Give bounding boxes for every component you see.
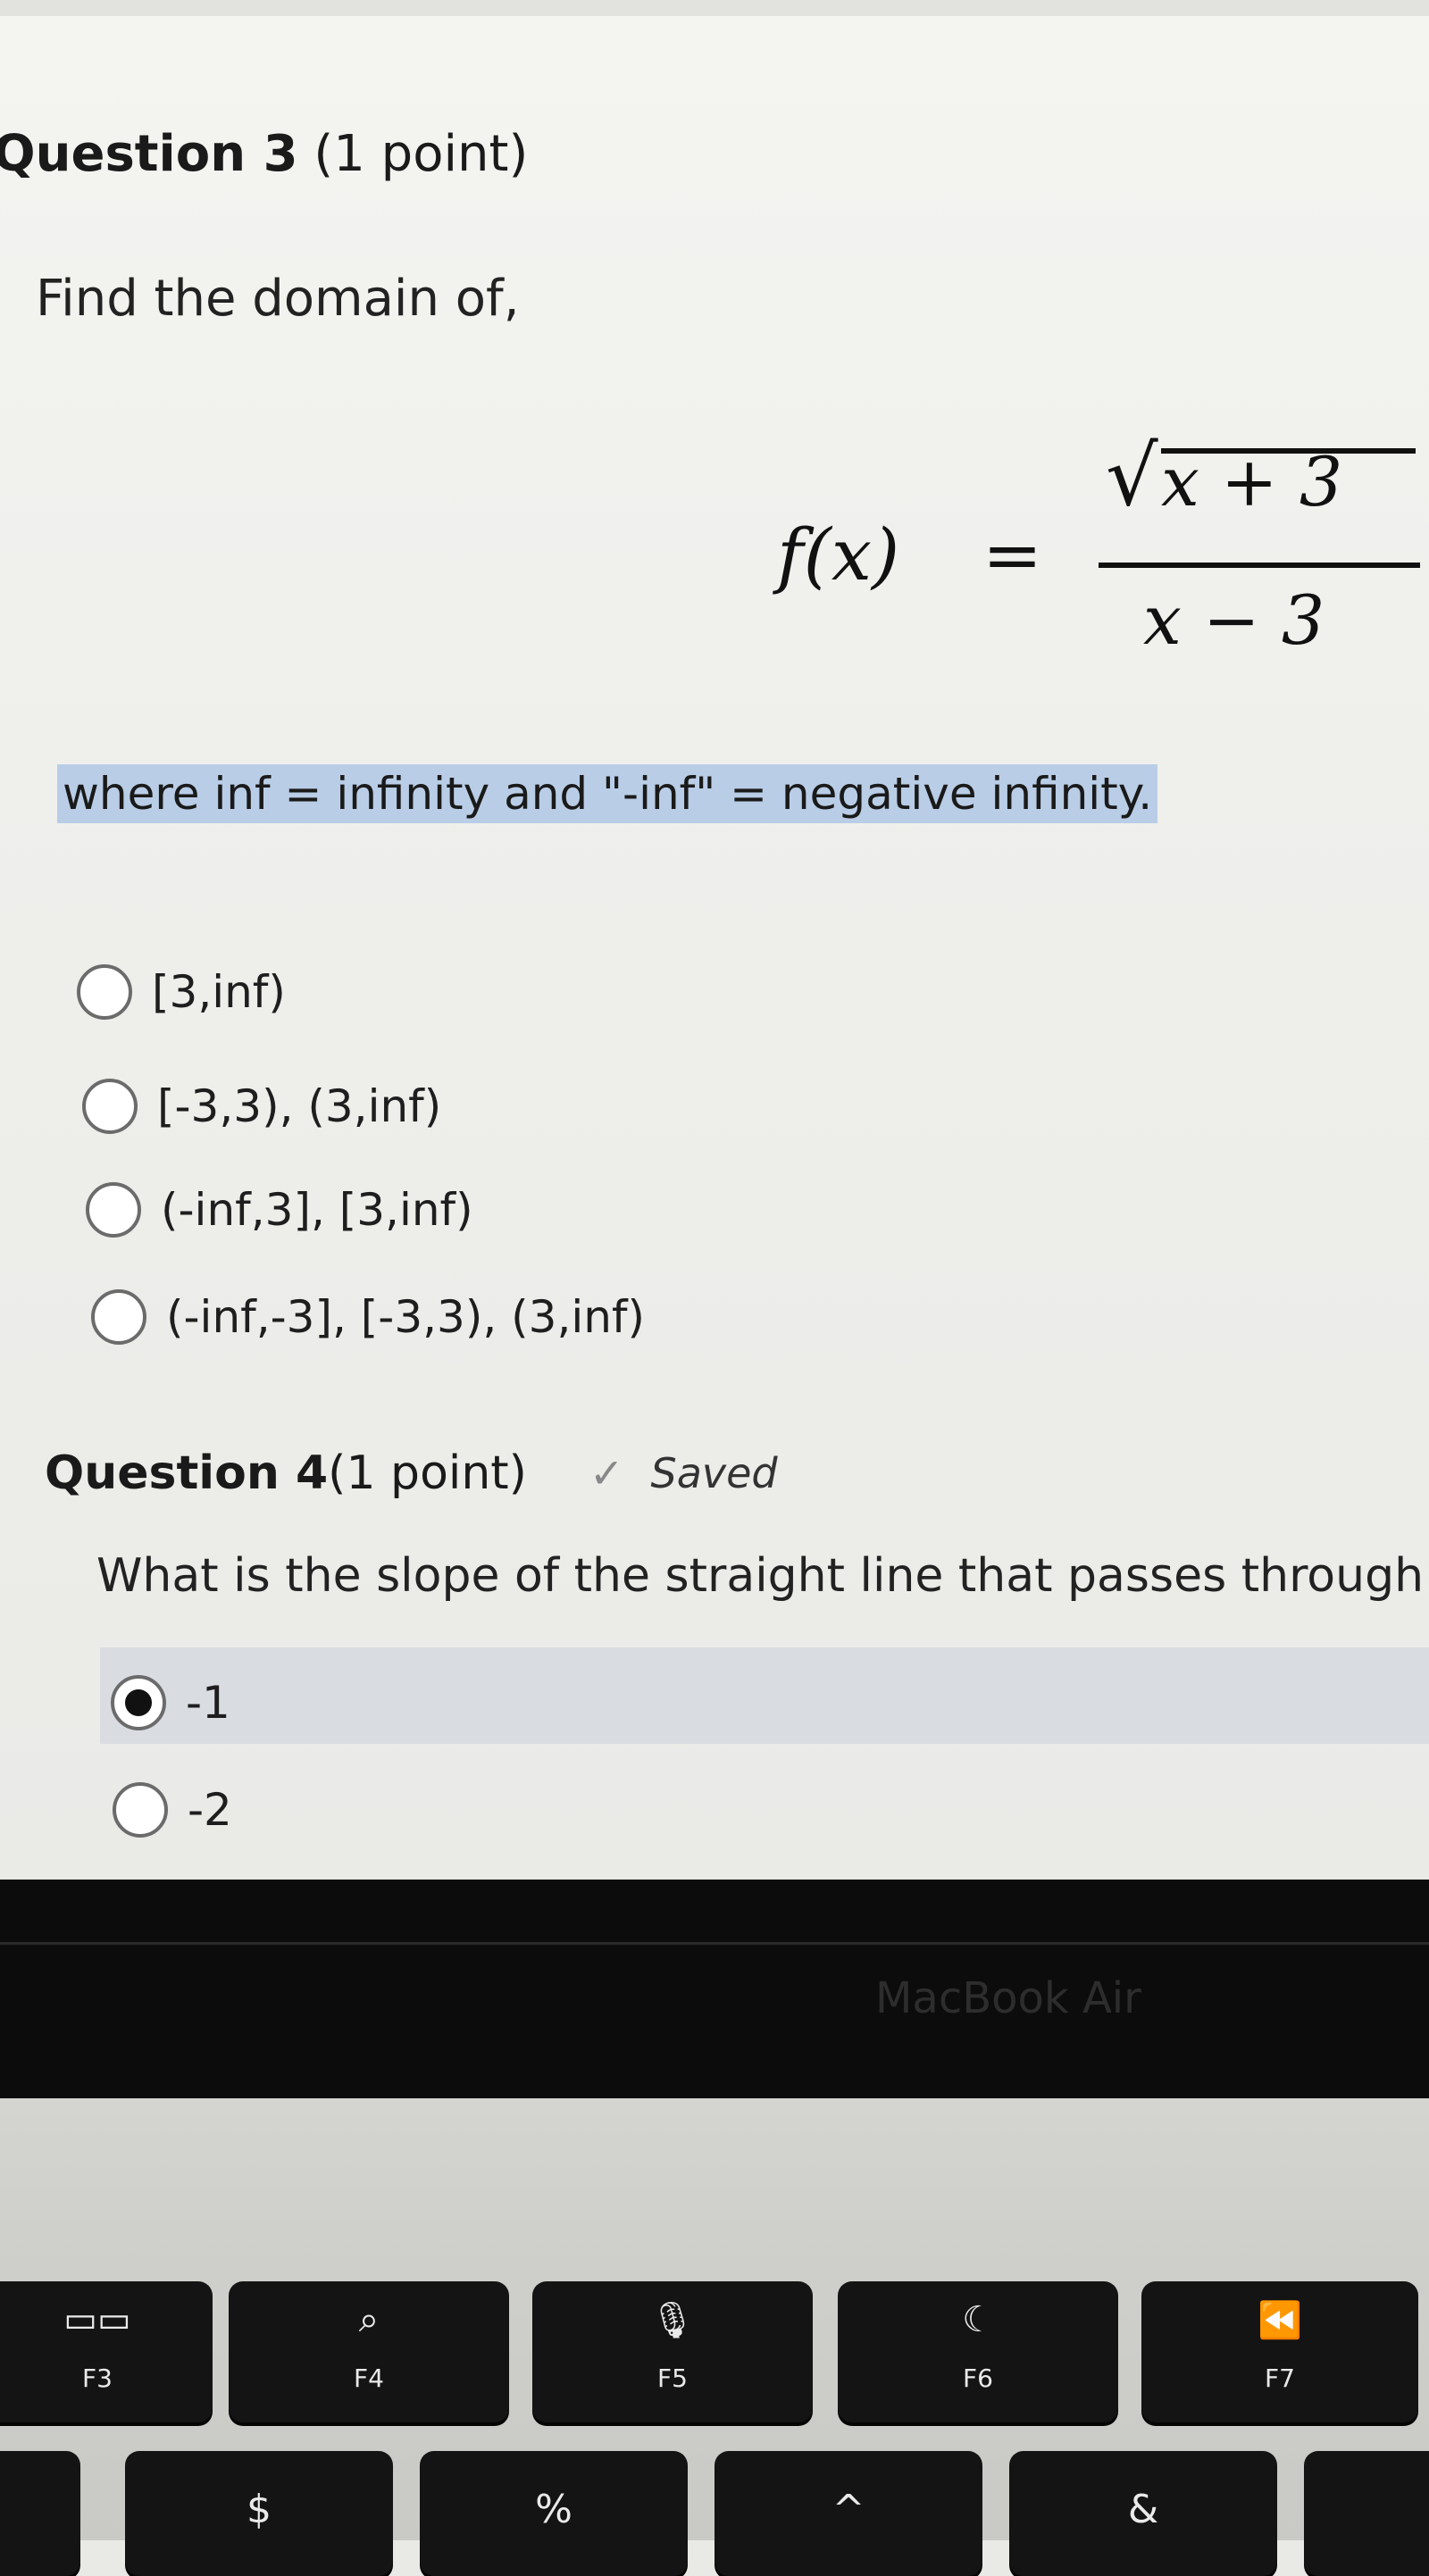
formula-lhs: f(x) <box>777 513 900 596</box>
answer-option[interactable]: (-inf,-3], [-3,3), (3,inf) <box>91 1289 645 1345</box>
radio-button[interactable] <box>91 1289 146 1345</box>
microphone-icon: 🎙 <box>649 2300 696 2341</box>
question-3-prompt: Find the domain of, <box>36 270 520 328</box>
formula-denominator: x − 3 <box>1143 580 1325 660</box>
rewind-icon: ⏪ <box>1258 2300 1302 2341</box>
option-label: (-inf,3], [3,inf) <box>161 1184 473 1236</box>
fraction-bar <box>1099 563 1420 568</box>
function-formula: f(x) = √ x + 3 x − 3 <box>777 429 1420 679</box>
key-f6: ☾ F6 <box>838 2281 1118 2422</box>
key-5: % <box>420 2451 688 2576</box>
key-f3: ▭▭ F3 <box>0 2281 213 2422</box>
question-3-title: Question 3 (1 point) <box>0 125 529 183</box>
checkmark-icon: ✓ <box>589 1449 624 1497</box>
browser-content: Question 3 (1 point) Find the domain of,… <box>0 0 1429 1880</box>
answer-option[interactable]: (-inf,3], [3,inf) <box>86 1182 473 1238</box>
brand-label: MacBook Air <box>875 1973 1141 2023</box>
formula-equals: = <box>982 513 1043 596</box>
option-label: [3,inf) <box>152 966 286 1018</box>
infinity-note: where inf = infinity and "-inf" = negati… <box>57 764 1158 823</box>
key-6: ^ <box>714 2451 982 2576</box>
key-4: $ <box>125 2451 393 2576</box>
key-f4: ⌕ F4 <box>229 2281 509 2422</box>
mission-control-icon: ▭▭ <box>63 2299 131 2340</box>
radio-button[interactable] <box>113 1782 168 1838</box>
radio-button[interactable] <box>82 1079 138 1134</box>
key-f5: 🎙 F5 <box>532 2281 813 2422</box>
question-4-title: Question 4 (1 point) ✓ Saved <box>45 1446 778 1500</box>
radio-button-checked[interactable] <box>111 1675 166 1730</box>
search-icon: ⌕ <box>358 2299 380 2340</box>
key-number-row <box>0 2451 80 2576</box>
top-edge <box>0 0 1429 16</box>
key-7: & <box>1009 2451 1277 2576</box>
saved-status: Saved <box>650 1449 778 1497</box>
radio-button[interactable] <box>77 964 132 1020</box>
answer-option[interactable]: -2 <box>113 1782 232 1838</box>
answer-option[interactable]: [3,inf) <box>77 964 286 1020</box>
option-label: [-3,3), (3,inf) <box>157 1080 442 1132</box>
answer-option-selected[interactable]: -1 <box>111 1675 230 1730</box>
option-label: -2 <box>188 1784 232 1836</box>
key-8 <box>1304 2451 1429 2576</box>
option-label: -1 <box>186 1677 230 1729</box>
radio-button[interactable] <box>86 1182 141 1238</box>
option-label: (-inf,-3], [-3,3), (3,inf) <box>166 1291 646 1343</box>
laptop-bezel <box>0 1880 1429 2098</box>
formula-numerator: x + 3 <box>1161 442 1343 521</box>
answer-option[interactable]: [-3,3), (3,inf) <box>82 1079 441 1134</box>
selected-option-highlight <box>100 1647 1429 1744</box>
key-f7: ⏪ F7 <box>1141 2281 1418 2422</box>
moon-icon: ☾ <box>962 2299 994 2340</box>
sqrt-icon: √ <box>1106 429 1158 524</box>
question-4-prompt: What is the slope of the straight line t… <box>96 1549 1425 1603</box>
